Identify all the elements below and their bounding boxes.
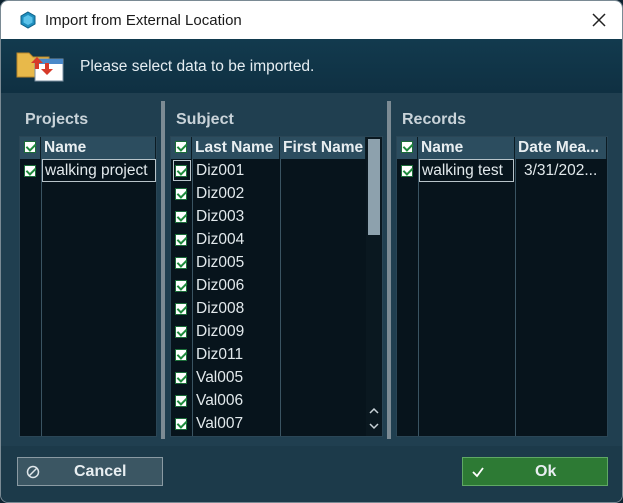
subject-last-name: Val005 bbox=[196, 369, 244, 386]
subject-select-all[interactable] bbox=[171, 137, 192, 159]
row-checkbox[interactable] bbox=[175, 418, 187, 430]
cancel-button[interactable]: Cancel bbox=[17, 457, 163, 486]
records-col-name[interactable]: Name bbox=[418, 137, 515, 159]
projects-select-all[interactable] bbox=[20, 137, 41, 159]
subject-last-name: Diz008 bbox=[196, 300, 245, 317]
row-checkbox[interactable] bbox=[175, 234, 187, 246]
subject-last-name: Diz002 bbox=[196, 185, 245, 202]
header-banner: Please select data to be imported. bbox=[1, 39, 622, 93]
import-dialog: Import from External Location Please sel… bbox=[0, 0, 623, 503]
scroll-down-icon[interactable] bbox=[369, 422, 379, 430]
subject-title: Subject bbox=[176, 111, 234, 128]
cancel-circle-icon bbox=[26, 465, 40, 479]
projects-title: Projects bbox=[25, 111, 89, 128]
row-checkbox[interactable] bbox=[175, 326, 187, 338]
scroll-up-icon[interactable] bbox=[369, 407, 379, 415]
subject-first-name bbox=[281, 297, 366, 320]
row-checkbox[interactable] bbox=[401, 165, 413, 177]
header-message: Please select data to be imported. bbox=[80, 58, 315, 75]
subject-first-name bbox=[281, 228, 366, 251]
import-folder-icon bbox=[15, 45, 67, 85]
subject-first-name bbox=[281, 412, 366, 435]
subject-last-name: Diz009 bbox=[196, 323, 245, 340]
records-col-date[interactable]: Date Mea... bbox=[515, 137, 607, 159]
app-logo-icon bbox=[19, 11, 37, 29]
subject-last-name: Diz004 bbox=[196, 231, 245, 248]
ok-button[interactable]: Ok bbox=[462, 457, 608, 486]
subject-last-name: Diz001 bbox=[196, 162, 245, 179]
subject-first-name bbox=[281, 366, 366, 389]
subject-first-name bbox=[281, 205, 366, 228]
subject-scrollbar[interactable] bbox=[366, 137, 382, 436]
subject-first-name bbox=[281, 182, 366, 205]
splitter-left[interactable] bbox=[161, 101, 165, 439]
select-all-checkbox[interactable] bbox=[24, 141, 36, 153]
subject-first-name bbox=[281, 320, 366, 343]
records-grid-header: Name Date Mea... bbox=[397, 137, 607, 159]
column-divider bbox=[418, 159, 419, 436]
close-icon bbox=[592, 13, 606, 27]
subject-last-name: Diz011 bbox=[196, 346, 244, 363]
column-divider bbox=[41, 159, 42, 436]
row-checkbox[interactable] bbox=[175, 349, 187, 361]
window-title: Import from External Location bbox=[45, 12, 242, 29]
subject-col-first-name[interactable]: First Name bbox=[280, 137, 366, 159]
check-icon bbox=[472, 467, 484, 478]
projects-col-name[interactable]: Name bbox=[41, 137, 156, 159]
row-checkbox[interactable] bbox=[175, 211, 187, 223]
row-checkbox[interactable] bbox=[175, 372, 187, 384]
records-grid: Name Date Mea... walking test 3/31/202..… bbox=[396, 136, 608, 437]
subject-last-name: Val006 bbox=[196, 392, 244, 409]
select-all-checkbox[interactable] bbox=[401, 141, 413, 153]
subject-first-name bbox=[281, 343, 366, 366]
ok-button-label: Ok bbox=[535, 463, 557, 480]
subject-first-name bbox=[281, 389, 366, 412]
row-checkbox[interactable] bbox=[175, 303, 187, 315]
subject-first-name bbox=[281, 251, 366, 274]
subject-col-last-name[interactable]: Last Name bbox=[192, 137, 280, 159]
subject-last-name: Diz006 bbox=[196, 277, 245, 294]
selection-outline bbox=[42, 159, 156, 182]
select-all-checkbox[interactable] bbox=[175, 141, 187, 153]
projects-grid: Name walking project bbox=[19, 136, 157, 437]
subject-grid: Last Name First Name Diz001 Diz002 Diz003 D… bbox=[170, 136, 383, 437]
row-checkbox[interactable] bbox=[24, 165, 36, 177]
content-area: Projects Name walking project Subject La… bbox=[1, 93, 622, 446]
subject-last-name: Diz003 bbox=[196, 208, 245, 225]
row-checkbox[interactable] bbox=[175, 188, 187, 200]
cancel-button-label: Cancel bbox=[74, 463, 127, 480]
records-title: Records bbox=[402, 111, 467, 128]
row-checkbox[interactable] bbox=[175, 280, 187, 292]
subject-first-name bbox=[281, 159, 366, 182]
selection-outline bbox=[173, 160, 191, 181]
selection-outline bbox=[419, 159, 514, 182]
subject-first-name bbox=[281, 274, 366, 297]
title-bar: Import from External Location bbox=[1, 1, 622, 39]
scrollbar-thumb[interactable] bbox=[368, 139, 380, 235]
subject-last-name: Diz005 bbox=[196, 254, 245, 271]
column-divider bbox=[515, 159, 516, 436]
subject-last-name: Val007 bbox=[196, 415, 244, 432]
row-checkbox[interactable] bbox=[175, 395, 187, 407]
projects-grid-header: Name bbox=[20, 137, 156, 159]
subject-grid-header: Last Name First Name bbox=[171, 137, 366, 159]
row-checkbox[interactable] bbox=[175, 257, 187, 269]
close-button[interactable] bbox=[576, 1, 622, 39]
record-date: 3/31/202... bbox=[524, 162, 598, 179]
dialog-footer: Cancel Ok bbox=[1, 446, 622, 502]
records-select-all[interactable] bbox=[397, 137, 418, 159]
splitter-right[interactable] bbox=[387, 101, 391, 439]
